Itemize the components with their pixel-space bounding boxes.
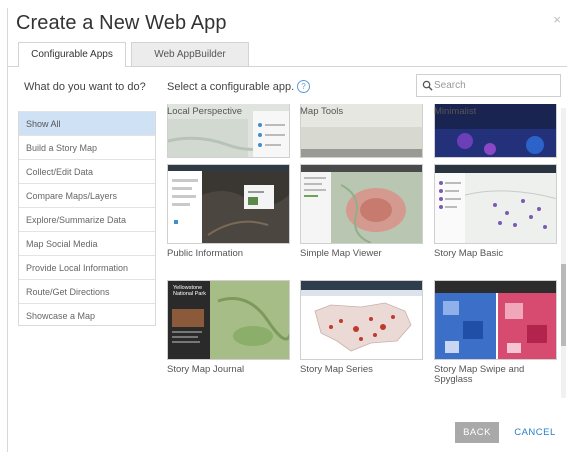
public-information-thumbnail: [167, 164, 290, 244]
tab-web-appbuilder[interactable]: Web AppBuilder: [131, 42, 249, 66]
story-map-series-thumbnail: [300, 280, 423, 360]
app-label: Story Map Basic: [434, 248, 504, 259]
tab-configurable-apps[interactable]: Configurable Apps: [18, 42, 126, 67]
dialog-left-border: [7, 8, 8, 452]
sidebar-item-explore-summarize-data[interactable]: Explore/Summarize Data: [19, 207, 155, 231]
app-label: Story Map Journal: [167, 364, 245, 375]
simple-map-viewer-thumbnail: [300, 164, 423, 244]
sidebar-question: What do you want to do?: [24, 81, 146, 93]
search-icon: [422, 80, 433, 91]
select-app-prompt: Select a configurable app.: [167, 81, 295, 93]
cancel-button[interactable]: CANCEL: [510, 422, 560, 443]
app-label: Simple Map Viewer: [300, 248, 382, 259]
app-label: Story Map Series: [300, 364, 373, 375]
app-label: Local Perspective: [167, 106, 242, 117]
app-label: Public Information: [167, 248, 244, 259]
app-label: Minimalist: [434, 106, 477, 117]
sidebar-item-show-all[interactable]: Show All: [19, 111, 155, 135]
question-circle-icon[interactable]: ?: [297, 80, 310, 93]
back-button[interactable]: BACK: [455, 422, 499, 443]
close-icon[interactable]: ×: [553, 12, 561, 27]
sidebar-item-showcase-a-map[interactable]: Showcase a Map: [19, 303, 155, 327]
sidebar-item-collect-edit-data[interactable]: Collect/Edit Data: [19, 159, 155, 183]
gallery-scrollbar[interactable]: [561, 108, 566, 398]
story-map-swipe-thumbnail: [434, 280, 557, 360]
category-list: Show All Build a Story Map Collect/Edit …: [18, 111, 156, 326]
app-label: Story Map Swipe and Spyglass: [434, 364, 525, 385]
app-gallery: Local Perspective Map Tools Minimalist P…: [160, 104, 566, 404]
dialog-title: Create a New Web App: [16, 12, 227, 34]
sidebar-item-map-social-media[interactable]: Map Social Media: [19, 231, 155, 255]
sidebar-item-build-story-map[interactable]: Build a Story Map: [19, 135, 155, 159]
sidebar-item-route-get-directions[interactable]: Route/Get Directions: [19, 279, 155, 303]
sidebar-item-provide-local-information[interactable]: Provide Local Information: [19, 255, 155, 279]
story-map-journal-thumbnail: Yellowstone National Park: [167, 280, 290, 360]
journal-thumbnail-title: Yellowstone National Park: [173, 285, 207, 297]
gallery-scrollbar-thumb[interactable]: [561, 264, 566, 346]
sidebar-item-compare-maps-layers[interactable]: Compare Maps/Layers: [19, 183, 155, 207]
search-input[interactable]: [434, 77, 554, 93]
create-web-app-dialog: Create a New Web App × Configurable Apps…: [0, 0, 567, 452]
search-box[interactable]: [416, 74, 561, 97]
app-label: Map Tools: [300, 106, 344, 117]
story-map-basic-thumbnail: [434, 164, 557, 244]
